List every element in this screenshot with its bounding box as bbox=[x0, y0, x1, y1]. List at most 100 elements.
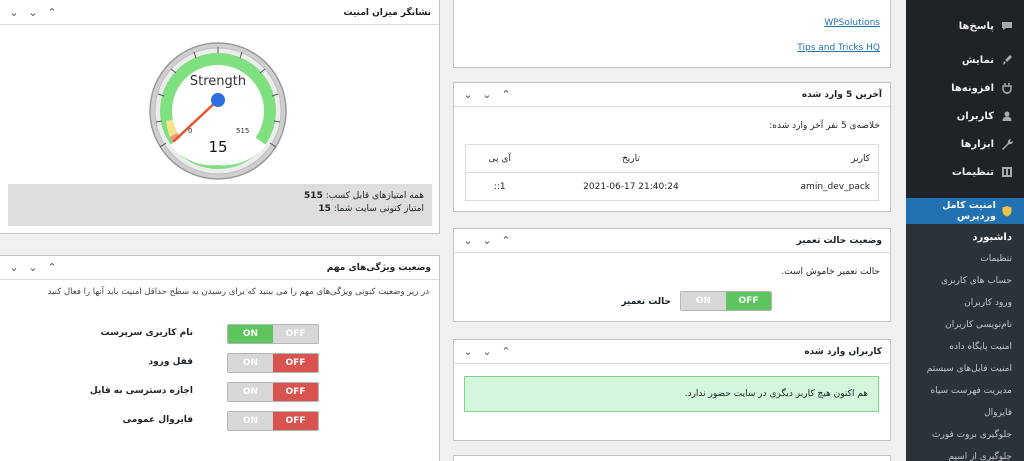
sidebar-item-label: نمایش bbox=[961, 54, 994, 66]
panel-header: کاربران وارد شده ⌄ ⌄ ⌃ bbox=[454, 340, 890, 364]
col-date: تاریخ bbox=[533, 144, 729, 173]
chevron-up-icon[interactable]: ⌃ bbox=[46, 6, 58, 19]
submenu-dashboard[interactable]: داشبورد bbox=[906, 226, 1024, 248]
chevron-down-icon[interactable]: ⌄ bbox=[8, 261, 20, 274]
submenu-user-accounts[interactable]: حساب های کاربری bbox=[906, 270, 1024, 292]
critical-features-panel: وضعیت ویژگی‌های مهم ⌄ ⌄ ⌃ در زیر وضعیت ک… bbox=[0, 255, 440, 461]
submenu-settings[interactable]: تنظیمات bbox=[906, 248, 1024, 270]
chevron-down-icon[interactable]: ⌄ bbox=[27, 6, 39, 19]
sidebar-item-security-active[interactable]: امنیت کامل وردپرس bbox=[906, 198, 1024, 224]
cell-date: 2021-06-17 21:40:24 bbox=[533, 172, 729, 201]
feature-label: فایروال عمومی bbox=[122, 415, 193, 425]
sidebar-item-label: پاسخ‌ها bbox=[958, 20, 994, 32]
sidebar-item-comments[interactable]: پاسخ‌ها bbox=[906, 14, 1024, 38]
toggle-on[interactable]: ON bbox=[228, 383, 273, 401]
submenu-firewall[interactable]: فایروال bbox=[906, 402, 1024, 424]
feature-label: اجازه دسترسی به فایل bbox=[89, 386, 193, 396]
file-permission-toggle[interactable]: ON OFF bbox=[227, 382, 319, 402]
panel-title: کاربران وارد شده bbox=[804, 346, 882, 357]
toggle-off[interactable]: OFF bbox=[273, 412, 318, 430]
table-header-row: کاربر تاریخ آی پی bbox=[465, 144, 880, 173]
panel-header: آخرین 5 وارد شده ⌄ ⌄ ⌃ bbox=[454, 83, 890, 107]
chevron-up-icon[interactable]: ⌃ bbox=[500, 345, 512, 358]
submenu-brute-force[interactable]: جلوگیری بروت فورث bbox=[906, 424, 1024, 446]
logins-table: کاربر تاریخ آی پی amin_dev_pack 2021-06-… bbox=[465, 144, 880, 201]
admin-sidebar: پاسخ‌ها نمایش افزونه‌ها کاربران ابزارها … bbox=[906, 0, 1024, 461]
gauge-value: 15 bbox=[208, 138, 228, 156]
score-summary: همه امتیازهای قابل کسب: 515 امتیاز کنونی… bbox=[8, 184, 432, 226]
toggle-on[interactable]: ON bbox=[228, 354, 273, 372]
gauge-label: Strength bbox=[189, 74, 247, 89]
shield-icon bbox=[1001, 204, 1014, 218]
maintenance-toggle-label: حالت تعمیر bbox=[621, 297, 671, 307]
panel-title: وضعیت حالت تعمیر bbox=[796, 235, 882, 246]
chevron-down-icon[interactable]: ⌄ bbox=[27, 261, 39, 274]
chevron-down-icon[interactable]: ⌄ bbox=[462, 345, 474, 358]
user-icon bbox=[1000, 109, 1014, 123]
toggle-off[interactable]: OFF bbox=[273, 325, 318, 343]
maintenance-mode-toggle[interactable]: ON OFF bbox=[680, 291, 772, 311]
last-logins-panel: آخرین 5 وارد شده ⌄ ⌄ ⌃ خلاصه‌ی 5 نفر آخر… bbox=[453, 82, 891, 212]
sidebar-item-users[interactable]: کاربران bbox=[906, 104, 1024, 128]
sidebar-item-settings[interactable]: تنظیمات bbox=[906, 160, 1024, 184]
wrench-icon bbox=[1000, 137, 1014, 151]
toggle-off[interactable]: OFF bbox=[273, 354, 318, 372]
next-panel-edge bbox=[453, 455, 891, 461]
score-current-label: امتیاز کنونی سایت شما: bbox=[333, 204, 424, 214]
submenu-user-registration[interactable]: نام‌نویسی کاربران bbox=[906, 314, 1024, 336]
toggle-off[interactable]: OFF bbox=[273, 383, 318, 401]
sidebar-item-label: امنیت کامل وردپرس bbox=[942, 200, 996, 222]
sidebar-item-tools[interactable]: ابزارها bbox=[906, 132, 1024, 156]
admin-username-toggle[interactable]: ON OFF bbox=[227, 324, 319, 344]
submenu-spam[interactable]: جلوگیری از اسپم bbox=[906, 446, 1024, 461]
submenu-filesystem-security[interactable]: امنیت فایل‌های سیستم bbox=[906, 358, 1024, 380]
table-row: amin_dev_pack 2021-06-17 21:40:24 ::1 bbox=[465, 172, 880, 201]
panel-header: وضعیت ویژگی‌های مهم ⌄ ⌄ ⌃ bbox=[0, 256, 439, 280]
toggle-on[interactable]: ON bbox=[228, 412, 273, 430]
toggle-on[interactable]: ON bbox=[681, 292, 726, 310]
strength-gauge: Strength 0 515 15 bbox=[148, 41, 288, 181]
sidebar-item-appearance[interactable]: نمایش bbox=[906, 48, 1024, 72]
chevron-up-icon[interactable]: ⌃ bbox=[500, 88, 512, 101]
gauge-min-label: 0 bbox=[188, 127, 193, 135]
submenu-user-login[interactable]: ورود کاربران bbox=[906, 292, 1024, 314]
chevron-down-icon[interactable]: ⌄ bbox=[462, 88, 474, 101]
notice-text: هم اکنون هیچ کاربر دیگری در سایت حضور ند… bbox=[684, 389, 868, 399]
chevron-down-icon[interactable]: ⌄ bbox=[481, 88, 493, 101]
sidebar-item-label: تنظیمات bbox=[951, 166, 994, 178]
login-lockdown-toggle[interactable]: ON OFF bbox=[227, 353, 319, 373]
brush-icon bbox=[1000, 53, 1014, 67]
sidebar-item-plugins[interactable]: افزونه‌ها bbox=[906, 76, 1024, 100]
basic-firewall-toggle[interactable]: ON OFF bbox=[227, 411, 319, 431]
score-current-value: 15 bbox=[318, 204, 331, 214]
chevron-up-icon[interactable]: ⌃ bbox=[46, 261, 58, 274]
panel-title: آخرین 5 وارد شده bbox=[801, 89, 882, 100]
links-panel: WPSolutions Tips and Tricks HQ bbox=[453, 0, 891, 68]
maintenance-mode-panel: وضعیت حالت تعمیر ⌄ ⌄ ⌃ حالت تعمیر خاموش … bbox=[453, 228, 891, 322]
maintenance-status: حالت تعمیر خاموش است. bbox=[781, 267, 880, 277]
chevron-down-icon[interactable]: ⌄ bbox=[481, 234, 493, 247]
cell-user: amin_dev_pack bbox=[728, 172, 880, 201]
toggle-on[interactable]: ON bbox=[228, 325, 273, 343]
col-ip: آی پی bbox=[465, 144, 534, 173]
settings-icon bbox=[1000, 165, 1014, 179]
link-tips-and-tricks[interactable]: Tips and Tricks HQ bbox=[797, 43, 880, 53]
score-total-row: همه امتیازهای قابل کسب: 515 bbox=[16, 190, 424, 203]
toggle-off[interactable]: OFF bbox=[726, 292, 771, 310]
plugin-icon bbox=[1000, 81, 1014, 95]
scrollbar-strip[interactable] bbox=[891, 0, 906, 461]
chevron-down-icon[interactable]: ⌄ bbox=[481, 345, 493, 358]
panel-title: وضعیت ویژگی‌های مهم bbox=[326, 262, 431, 273]
chevron-down-icon[interactable]: ⌄ bbox=[462, 234, 474, 247]
submenu-database-security[interactable]: امنیت پایگاه داده bbox=[906, 336, 1024, 358]
score-total-label: همه امتیازهای قابل کسب: bbox=[325, 191, 424, 201]
features-description: در زیر وضعیت کنونی ویژگی‌های مهم را می ب… bbox=[47, 287, 429, 297]
logged-in-users-panel: کاربران وارد شده ⌄ ⌄ ⌃ هم اکنون هیچ کارب… bbox=[453, 339, 891, 441]
submenu-blacklist[interactable]: مدیریت فهرست سیاه bbox=[906, 380, 1024, 402]
link-wpsolutions[interactable]: WPSolutions bbox=[824, 18, 880, 28]
cell-ip: ::1 bbox=[465, 172, 534, 201]
score-total-value: 515 bbox=[304, 191, 323, 201]
chevron-up-icon[interactable]: ⌃ bbox=[500, 234, 512, 247]
chevron-down-icon[interactable]: ⌄ bbox=[8, 6, 20, 19]
comment-icon bbox=[1000, 19, 1014, 33]
